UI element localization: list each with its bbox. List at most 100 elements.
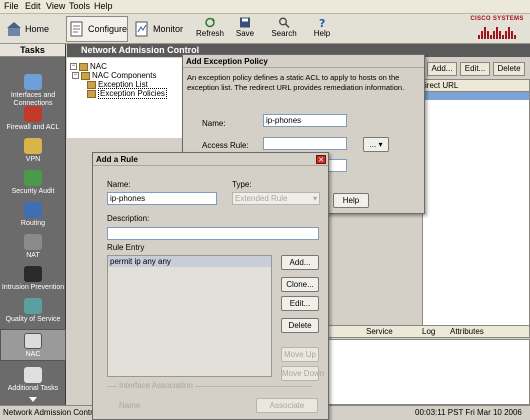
rule-type-label: Type:	[232, 180, 252, 189]
menu-help[interactable]: Help	[94, 1, 113, 11]
nat-icon	[24, 234, 42, 250]
rule-add-button[interactable]: Add...	[281, 255, 319, 270]
status-time: 00:03:11 PST Fri Mar 10 2006	[415, 408, 522, 417]
exception-name-field[interactable]: ip-phones	[263, 114, 347, 127]
monitor-icon	[135, 21, 148, 37]
search-button[interactable]: Search	[267, 16, 301, 42]
home-label: Home	[25, 24, 50, 34]
tree-label: Exception Policies	[98, 88, 167, 99]
menu-bar: File Edit View Tools Help	[0, 0, 530, 14]
search-label: Search	[271, 29, 297, 38]
additional-tasks-icon	[24, 367, 42, 383]
menu-tools[interactable]: Tools	[69, 1, 90, 11]
interface-association-label: Interface Association	[117, 381, 195, 390]
tasks-panel: Tasks Interfaces and Connections Firewal…	[0, 44, 66, 405]
exception-name-label: Name:	[202, 119, 226, 128]
configure-button[interactable]: Configure	[66, 16, 128, 42]
grid-header-redirect-url: irect URL	[423, 80, 529, 92]
task-vpn[interactable]: VPN	[0, 138, 66, 164]
help-button[interactable]: ? Help	[305, 16, 339, 42]
rule-edit-button[interactable]: Edit...	[281, 296, 319, 311]
menu-edit[interactable]: Edit	[25, 1, 41, 11]
access-rule-field[interactable]	[263, 137, 347, 150]
tree-item-exception-policies[interactable]: Exception Policies	[87, 88, 167, 99]
security-audit-icon	[24, 170, 42, 186]
rule-delete-button[interactable]: Delete	[281, 318, 319, 333]
grid-selected-row[interactable]	[423, 92, 529, 100]
status-left: Network Admission Control	[3, 408, 100, 417]
close-icon[interactable]: ✕	[316, 155, 326, 164]
qos-icon	[24, 298, 42, 314]
rule-entry-row[interactable]: permit ip any any	[108, 256, 271, 267]
task-routing[interactable]: Routing	[0, 202, 66, 228]
tree-item-nac[interactable]: − NAC	[70, 62, 107, 71]
rules-table-body	[317, 339, 530, 405]
rule-clone-button[interactable]: Clone...	[281, 277, 319, 292]
menu-view[interactable]: View	[46, 1, 65, 11]
refresh-button[interactable]: Refresh	[193, 16, 227, 42]
rule-move-down-button[interactable]: Move Down	[281, 366, 324, 381]
chevron-down-icon: ▾	[312, 194, 317, 203]
edit-policy-button[interactable]: Edit...	[460, 62, 490, 76]
task-nat[interactable]: NAT	[0, 234, 66, 260]
task-additional[interactable]: Additional Tasks	[0, 367, 66, 393]
access-rule-browse-button[interactable]: ... ▾	[363, 137, 389, 152]
rule-name-field[interactable]: ip-phones	[107, 192, 217, 205]
task-firewall[interactable]: Firewall and ACL	[0, 106, 66, 132]
tree-label: NAC Components	[92, 71, 157, 80]
task-interfaces[interactable]: Interfaces and Connections	[0, 74, 66, 108]
access-rule-label: Access Rule:	[202, 141, 249, 150]
nac-tree: − NAC − NAC Components Exception List Exce…	[67, 58, 182, 138]
save-label: Save	[235, 29, 255, 38]
task-label: Interfaces and Connections	[10, 92, 56, 107]
menu-file[interactable]: File	[4, 1, 19, 11]
task-nac[interactable]: NAC	[0, 329, 66, 361]
task-security-audit[interactable]: Security Audit	[0, 170, 66, 196]
tree-item-nac-components[interactable]: − NAC Components	[72, 71, 156, 80]
nac-icon	[24, 333, 42, 349]
cisco-logo-text: CISCO SYSTEMS	[470, 16, 524, 22]
col-service: Service	[366, 327, 393, 336]
monitor-button[interactable]: Monitor	[134, 16, 186, 42]
add-policy-button[interactable]: Add...	[427, 62, 457, 76]
task-label: VPN	[25, 156, 41, 163]
chevron-down-icon: ▾	[378, 140, 383, 149]
rule-name-label: Name:	[107, 180, 131, 189]
collapse-icon[interactable]: −	[72, 72, 79, 80]
scroll-down-icon[interactable]	[29, 397, 37, 402]
task-qos[interactable]: Quality of Service	[0, 298, 66, 324]
save-icon	[240, 17, 250, 28]
task-label: Firewall and ACL	[6, 124, 60, 131]
svg-text:?: ?	[319, 17, 325, 28]
browse-label: ...	[369, 140, 377, 149]
help-icon: ?	[319, 17, 325, 28]
tree-label: NAC	[90, 62, 107, 71]
rule-move-up-button[interactable]: Move Up	[281, 347, 319, 362]
collapse-icon[interactable]: −	[70, 63, 77, 71]
rule-description-field[interactable]	[107, 227, 319, 240]
rule-entry-list[interactable]: permit ip any any	[107, 255, 272, 377]
search-icon	[279, 17, 290, 28]
col-log: Log	[422, 327, 436, 336]
rule-entry-label: Rule Entry	[107, 243, 145, 252]
interface-name-label: Name	[119, 401, 141, 410]
home-button[interactable]: Home	[6, 16, 58, 42]
task-label: NAT	[26, 252, 40, 259]
firewall-icon	[24, 106, 42, 122]
rules-table-header: Service Log Attributes	[317, 325, 530, 338]
task-intrusion-prevention[interactable]: Intrusion Prevention	[0, 266, 66, 292]
delete-policy-button[interactable]: Delete	[493, 62, 525, 76]
dialog-title: Add Exception Policy	[183, 55, 424, 68]
associate-button[interactable]: Associate	[256, 398, 318, 413]
policy-icon	[87, 89, 96, 98]
save-button[interactable]: Save	[228, 16, 262, 42]
tasks-header: Tasks	[0, 44, 65, 57]
configure-label: Configure	[87, 24, 127, 34]
rule-type-select[interactable]: Extended Rule ▾	[232, 192, 320, 205]
task-label: NAC	[25, 351, 41, 358]
exception-help-button[interactable]: Help	[333, 193, 369, 208]
rule-description-label: Description:	[107, 214, 150, 223]
routing-icon	[24, 202, 42, 218]
folder-icon	[79, 62, 88, 71]
vpn-icon	[24, 138, 42, 154]
